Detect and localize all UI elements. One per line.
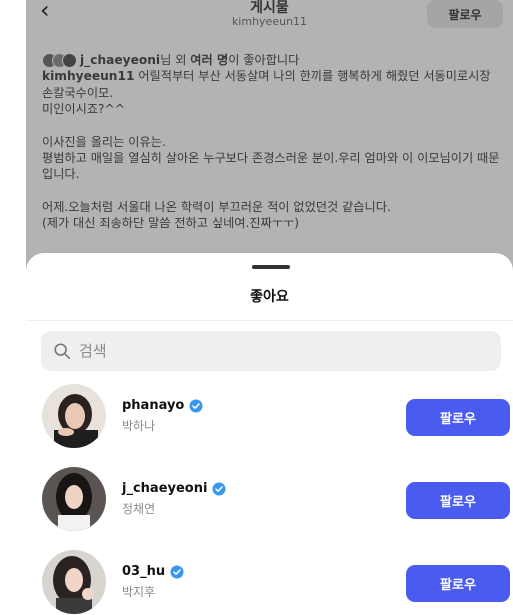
caption-line: 어제.오늘처럼 서울대 나온 학력이 부끄러운 적이 없었던것 같습니다. — [42, 199, 391, 214]
caption-paragraph: kimhyeeun11 어릴적부터 부산 서동살며 나의 한끼를 행복하게 해줬… — [42, 69, 491, 100]
caption-line: (제가 대신 죄송하단 말씀 전하고 싶네여.진짜ㅜㅜ) — [42, 216, 300, 231]
avatar[interactable] — [42, 550, 106, 614]
liked-by-row[interactable]: j_chaeyeoni님 외 여러 명이 좋아합니다 — [42, 52, 504, 68]
follow-button[interactable]: 팔로우 — [406, 399, 510, 436]
caption-line: 평범하고 매일을 열심히 살아온 누구보다 존경스러운 분이.우리 엄마와 이 … — [42, 151, 500, 182]
verified-badge-icon — [189, 399, 203, 412]
liker-avatars — [42, 52, 77, 68]
verified-badge-icon — [212, 482, 226, 495]
likes-bottom-sheet: 좋아요 phanayo 박하나 팔로우 — [26, 253, 513, 615]
avatar[interactable] — [42, 384, 106, 448]
search-input[interactable] — [79, 342, 459, 360]
caption-line: 미인이시죠?^^ — [42, 102, 125, 117]
left-edge — [0, 0, 26, 615]
search-icon — [54, 343, 71, 360]
post-caption: j_chaeyeoni님 외 여러 명이 좋아합니다 kimhyeeun11 어… — [42, 52, 504, 232]
avatar[interactable] — [42, 467, 106, 531]
likes-title: 좋아요 — [250, 289, 289, 305]
search-bar[interactable] — [41, 331, 501, 371]
follow-button[interactable]: 팔로우 — [406, 565, 510, 602]
username[interactable]: j_chaeyeoni — [122, 481, 207, 496]
user-row[interactable]: phanayo 박하나 팔로우 — [42, 384, 510, 450]
follow-button[interactable]: 팔로우 — [406, 482, 510, 519]
username[interactable]: 03_hu — [122, 564, 165, 579]
drag-handle[interactable] — [252, 265, 290, 269]
username[interactable]: phanayo — [122, 398, 184, 413]
verified-badge-icon — [170, 565, 184, 578]
caption-author[interactable]: kimhyeeun11 — [42, 69, 134, 83]
post-follow-button[interactable]: 팔로우 — [427, 0, 503, 28]
liked-by-user[interactable]: j_chaeyeoni — [80, 53, 160, 67]
full-name: 박지후 — [122, 585, 156, 599]
user-row[interactable]: 03_hu 박지후 팔로우 — [42, 550, 510, 615]
post-header: ‹ 게시물 kimhyeeun11 팔로우 — [26, 0, 513, 36]
user-row[interactable]: j_chaeyeoni 정채연 팔로우 — [42, 467, 510, 533]
divider — [26, 320, 513, 321]
caption-line: 이사진을 올리는 이유는. — [42, 134, 166, 149]
full-name: 정채연 — [122, 502, 156, 516]
full-name: 박하나 — [122, 419, 156, 433]
liked-by-count[interactable]: 여러 명 — [190, 53, 228, 67]
